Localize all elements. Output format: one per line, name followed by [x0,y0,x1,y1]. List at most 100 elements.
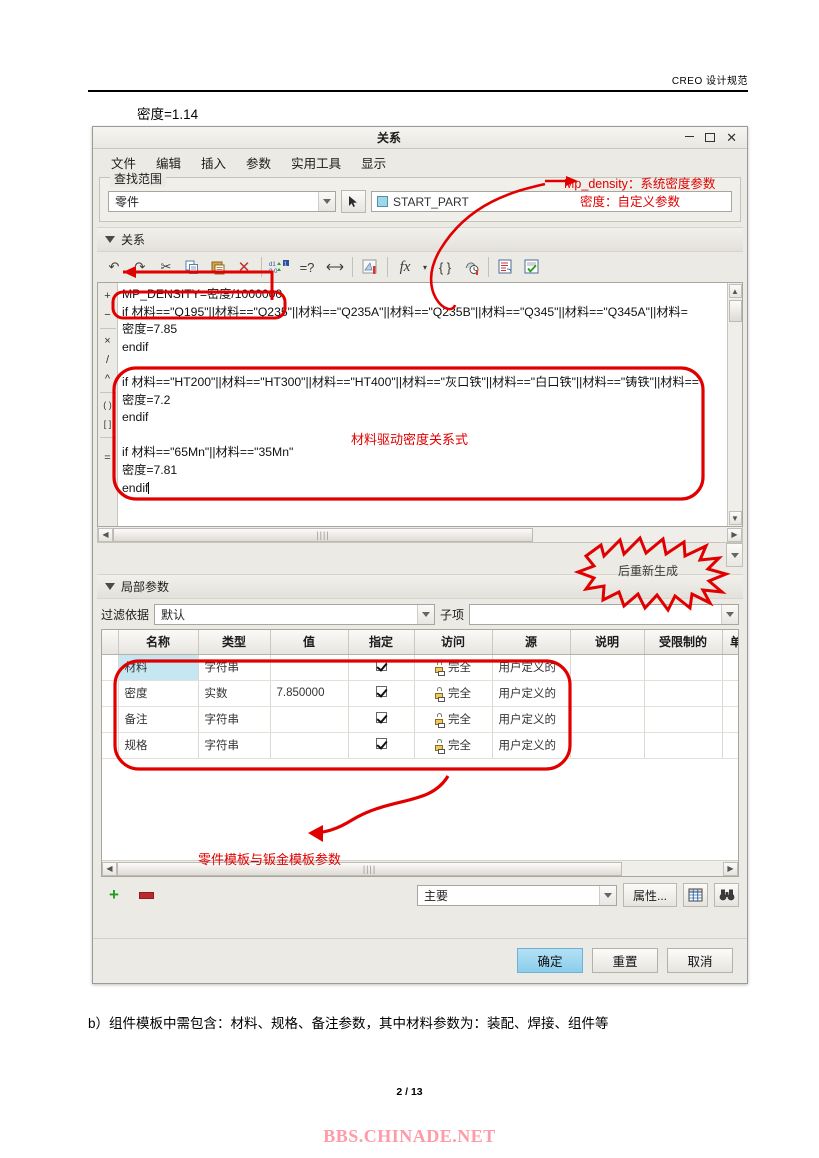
op-power-button[interactable]: ^ [105,370,110,389]
op-brackets-button[interactable]: [ ] [104,415,112,434]
hscroll-thumb[interactable]: |||| [113,527,533,542]
cell-source[interactable]: 用户定义的 [492,732,571,759]
table-hscroll-thumb[interactable]: |||| [117,861,622,876]
row-handle[interactable] [102,654,119,681]
cell-designate[interactable] [348,654,415,681]
cell-restricted[interactable] [644,706,723,733]
cell-type[interactable]: 字符串 [198,732,271,759]
paste-button[interactable] [205,255,231,279]
column-header-description[interactable]: 说明 [570,630,645,655]
maximize-icon[interactable] [705,133,716,142]
cell-access[interactable]: 完全 [414,732,493,759]
function-dropdown-button[interactable]: ▾ [418,255,432,279]
cell-description[interactable] [570,680,645,707]
column-header-designate[interactable]: 指定 [348,630,415,655]
cell-designate[interactable] [348,680,415,707]
cell-restricted[interactable] [644,680,723,707]
find-button[interactable] [714,883,739,907]
reset-button[interactable]: 重置 [592,948,658,973]
column-header-value[interactable]: 值 [270,630,349,655]
cell-access[interactable]: 完全 [414,654,493,681]
add-parameter-button[interactable]: + [101,883,127,907]
cell-source[interactable]: 用户定义的 [492,654,571,681]
cell-source[interactable]: 用户定义的 [492,680,571,707]
menu-item-utilities[interactable]: 实用工具 [283,151,349,174]
cell-designate[interactable] [348,706,415,733]
cell-value[interactable] [270,706,349,733]
subitem-combo[interactable] [469,604,739,625]
table-scroll-left-button[interactable]: ◀ [102,861,117,876]
scope-type-combo[interactable]: 零件 [108,191,336,212]
column-header-access[interactable]: 访问 [414,630,493,655]
spare-chevron-down-icon[interactable] [726,543,743,567]
cell-type[interactable]: 字符串 [198,654,271,681]
filter-combo[interactable]: 默认 [154,604,436,625]
cell-value[interactable] [270,654,349,681]
column-header-source[interactable]: 源 [492,630,571,655]
cell-name[interactable]: 备注 [118,706,199,733]
minimize-icon[interactable] [685,136,695,137]
editor-horizontal-scrollbar[interactable]: ◀ |||| ▶ [97,527,743,543]
relations-editor[interactable]: + − × / ^ ( ) [ ] = MP_DENSITY=密度/100000… [97,282,743,527]
verify-relations-button[interactable] [519,255,545,279]
checkbox-checked-icon[interactable] [375,712,387,723]
select-object-button[interactable] [341,190,366,213]
editor-vertical-scrollbar[interactable]: ▲ ▼ [727,283,742,526]
scroll-right-button[interactable]: ▶ [727,527,742,542]
cell-access[interactable]: 完全 [414,706,493,733]
close-icon[interactable]: ✕ [726,131,737,144]
chevron-down-icon[interactable] [318,192,335,211]
table-row[interactable]: 密度 实数 7.850000 完全 用户定义的 [102,680,738,707]
table-row[interactable]: 材料 字符串 完全 用户定义的 [102,654,738,681]
scroll-up-button[interactable]: ▲ [728,284,742,298]
op-divide-button[interactable]: / [106,351,109,370]
op-parentheses-button[interactable]: ( ) [103,396,112,415]
table-row[interactable]: 规格 字符串 完全 用户定义的 [102,732,738,759]
row-handle[interactable] [102,732,119,759]
cell-name[interactable]: 规格 [118,732,199,759]
copy-button[interactable] [179,255,205,279]
op-plus-button[interactable]: + [104,287,110,306]
cell-unit[interactable] [722,680,738,707]
redo-button[interactable]: ↷ [127,255,153,279]
menu-item-display[interactable]: 显示 [353,151,394,174]
checkbox-checked-icon[interactable] [375,686,387,697]
op-minus-button[interactable]: − [104,306,110,325]
table-scroll-right-button[interactable]: ▶ [723,861,738,876]
cell-value[interactable] [270,732,349,759]
main-filter-combo[interactable]: 主要 [416,884,617,906]
scroll-left-button[interactable]: ◀ [98,527,113,542]
history-button[interactable] [458,255,484,279]
cell-restricted[interactable] [644,732,723,759]
cell-name[interactable]: 密度 [118,680,199,707]
checkbox-checked-icon[interactable] [375,738,387,749]
main-filter-chevron-down-icon[interactable] [598,885,616,905]
cell-name[interactable]: 材料 [118,654,199,681]
cell-restricted[interactable] [644,654,723,681]
table-row[interactable]: 备注 字符串 完全 用户定义的 [102,706,738,733]
column-header-unit[interactable]: 单位 [722,630,738,655]
undo-button[interactable]: ↶ [101,255,127,279]
function-button[interactable]: fx [392,255,418,279]
cancel-button[interactable]: 取消 [667,948,733,973]
switch-dimensions-button[interactable]: d1 0.0 1 [266,255,292,279]
cell-designate[interactable] [348,732,415,759]
show-relations-button[interactable] [493,255,519,279]
cell-access[interactable]: 完全 [414,680,493,707]
cell-value[interactable]: 7.850000 [270,680,349,707]
cell-description[interactable] [570,732,645,759]
insert-from-list-button[interactable] [322,255,348,279]
relations-section-header[interactable]: 关系 [97,227,743,252]
column-header-restricted[interactable]: 受限制的 [644,630,723,655]
cell-description[interactable] [570,654,645,681]
menu-item-insert[interactable]: 插入 [193,151,234,174]
remove-parameter-button[interactable] [133,883,159,907]
row-handle[interactable] [102,706,119,733]
menu-item-parameters[interactable]: 参数 [238,151,279,174]
column-header-type[interactable]: 类型 [198,630,271,655]
column-header-name[interactable]: 名称 [118,630,199,655]
relations-code-area[interactable]: MP_DENSITY=密度/1000000 if 材料=="Q195"||材料=… [118,283,727,526]
cell-unit[interactable] [722,732,738,759]
cell-source[interactable]: 用户定义的 [492,706,571,733]
row-handle[interactable] [102,680,119,707]
